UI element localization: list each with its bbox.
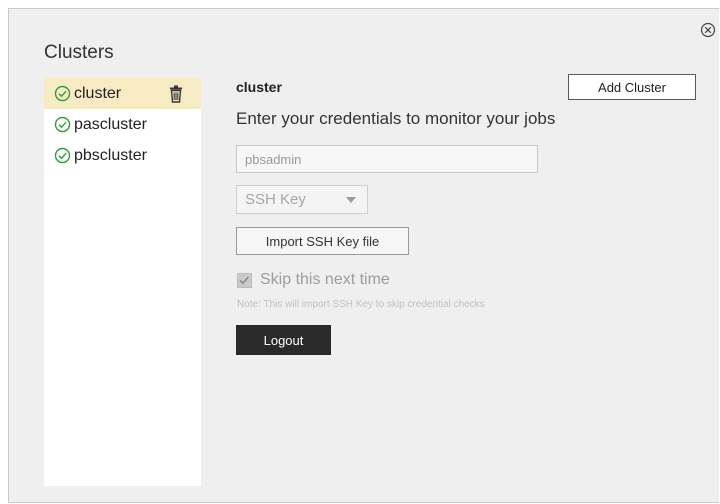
cluster-item-label: pbscluster: [74, 146, 147, 164]
selected-cluster-name: cluster: [236, 79, 282, 95]
skip-note: Note: This will import SSH Key to skip c…: [237, 299, 485, 310]
cluster-list: cluster pascluster pbscluster: [44, 78, 201, 486]
logout-button[interactable]: Logout: [236, 325, 331, 355]
check-circle-icon: [54, 116, 71, 133]
import-ssh-key-button[interactable]: Import SSH Key file: [236, 227, 409, 255]
cluster-item-label: pascluster: [74, 115, 147, 133]
cluster-item-cluster[interactable]: cluster: [44, 78, 201, 109]
clusters-title: Clusters: [44, 42, 114, 63]
auth-method-dropdown[interactable]: SSH Key: [236, 185, 368, 214]
skip-option: Skip this next time: [237, 271, 390, 289]
auth-method-value: SSH Key: [245, 191, 306, 208]
checkmark-icon: [239, 276, 249, 284]
check-circle-icon: [54, 147, 71, 164]
skip-checkbox-label: Skip this next time: [260, 271, 390, 288]
skip-checkbox[interactable]: [237, 272, 252, 288]
cluster-item-pascluster[interactable]: pascluster: [44, 109, 201, 140]
username-field[interactable]: [236, 145, 538, 173]
cluster-item-pbscluster[interactable]: pbscluster: [44, 140, 201, 171]
check-circle-icon: [54, 85, 71, 102]
trash-icon[interactable]: [168, 85, 184, 103]
add-cluster-button[interactable]: Add Cluster: [568, 74, 696, 100]
credentials-heading: Enter your credentials to monitor your j…: [236, 109, 556, 128]
cluster-item-label: cluster: [74, 84, 122, 102]
chevron-down-icon: [346, 197, 356, 203]
close-icon[interactable]: [700, 22, 716, 38]
